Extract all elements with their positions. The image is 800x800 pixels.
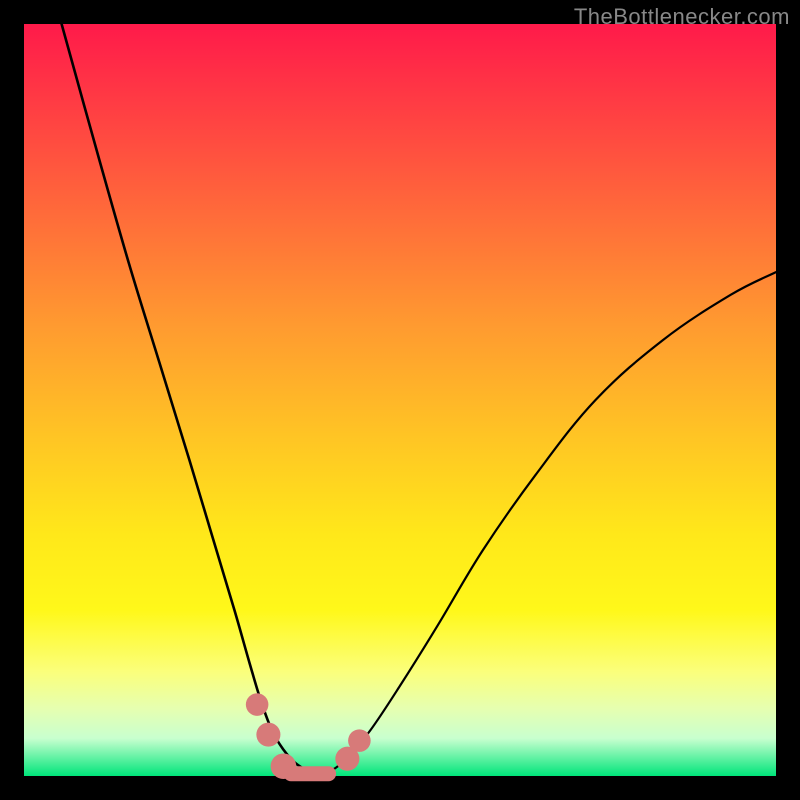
trough-markers bbox=[246, 693, 371, 781]
chart-svg bbox=[24, 24, 776, 776]
marker-dot bbox=[348, 729, 371, 752]
chart-frame: TheBottlenecker.com bbox=[0, 0, 800, 800]
marker-pill bbox=[283, 766, 336, 781]
plot-area bbox=[24, 24, 776, 776]
curve-right-branch bbox=[317, 272, 776, 774]
curve-left-branch bbox=[62, 24, 318, 774]
watermark-text: TheBottlenecker.com bbox=[574, 4, 790, 30]
marker-dot bbox=[256, 723, 280, 747]
marker-dot bbox=[246, 693, 269, 716]
